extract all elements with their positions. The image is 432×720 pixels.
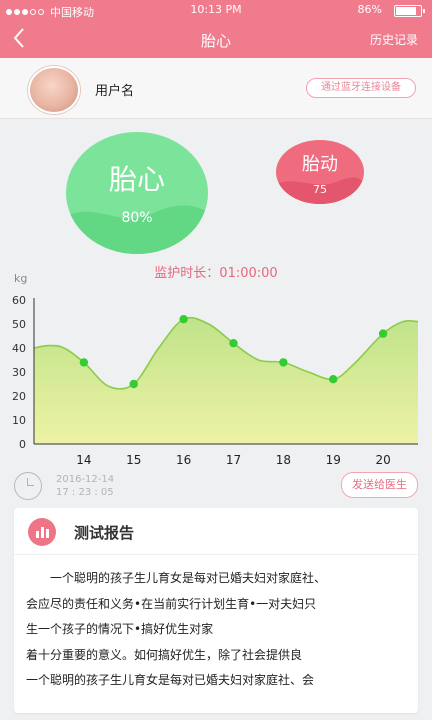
fetal-heart-indicator: 胎心 80% — [66, 132, 208, 254]
nav-bar: 胎心 历史记录 — [0, 20, 432, 58]
data-point — [229, 339, 238, 348]
user-row: 用户名 通过蓝牙连接设备 — [0, 58, 432, 119]
x-tick-label: 15 — [126, 453, 141, 467]
avatar[interactable] — [28, 66, 80, 114]
clock-icon — [14, 472, 42, 500]
record-time: 17 : 23 : 05 — [56, 487, 114, 498]
send-to-doctor-button[interactable]: 发送给医生 — [341, 472, 418, 498]
y-tick-label: 50 — [12, 318, 26, 331]
chart-report-icon — [28, 518, 56, 546]
battery-icon — [394, 5, 425, 17]
test-report-card: 测试报告 一个聪明的孩子生儿育女是每对已婚夫妇对家庭社、 会应尽的责任和义务•在… — [14, 508, 418, 713]
x-tick-label: 17 — [226, 453, 241, 467]
x-tick-label: 16 — [176, 453, 191, 467]
x-tick-label: 19 — [326, 453, 341, 467]
record-date: 2016-12-14 — [56, 474, 115, 485]
weight-chart: kg 0 10 20 30 40 50 60 14 15 16 17 18 19 20 — [12, 272, 419, 467]
battery-percent: 86% — [357, 3, 382, 16]
history-button[interactable]: 历史记录 — [370, 31, 418, 48]
x-tick-label: 18 — [276, 453, 291, 467]
report-header: 测试报告 — [14, 508, 418, 555]
bluetooth-connect-button[interactable]: 通过蓝牙连接设备 — [306, 78, 416, 98]
report-line: 着十分重要的意义。如何搞好优生，除了社会提供良 — [26, 647, 303, 662]
y-axis-unit: kg — [14, 272, 27, 285]
fetal-movement-label: 胎动 — [302, 154, 338, 175]
data-point — [79, 358, 89, 367]
data-point — [279, 358, 288, 367]
x-tick-label: 14 — [76, 453, 91, 467]
report-line: 生一个孩子的情况下•搞好优生对家 — [26, 622, 214, 636]
fetal-heart-label: 胎心 — [108, 163, 165, 196]
y-tick-label: 30 — [12, 366, 26, 379]
report-line: 会应尽的责任和义务•在当前实行计划生育•一对夫妇只 — [26, 596, 317, 611]
y-tick-label: 10 — [12, 414, 26, 427]
fetal-movement-indicator: 胎动 75 — [276, 140, 364, 204]
page-title: 胎心 — [200, 32, 231, 50]
y-tick-label: 20 — [12, 390, 26, 403]
y-tick-label: 40 — [12, 342, 26, 355]
data-point — [329, 375, 338, 384]
fetal-movement-value: 75 — [313, 183, 327, 196]
record-datetime: 2016-12-14 17 : 23 : 05 — [56, 473, 114, 499]
report-line: 一个聪明的孩子生儿育女是每对已婚夫妇对家庭社、 — [50, 571, 327, 585]
data-point — [378, 329, 388, 338]
y-tick-label: 60 — [12, 294, 26, 307]
fetal-heart-value: 80% — [121, 210, 153, 226]
report-body: 一个聪明的孩子生儿育女是每对已婚夫妇对家庭社、 会应尽的责任和义务•在当前实行计… — [26, 566, 410, 694]
report-title: 测试报告 — [74, 524, 135, 542]
username: 用户名 — [95, 84, 135, 99]
status-bar: 中国移动 10:13 PM 86% — [0, 0, 432, 20]
data-point — [179, 315, 188, 324]
data-point — [129, 379, 138, 389]
report-line: 一个聪明的孩子生儿育女是每对已婚夫妇对家庭社、会 — [26, 673, 315, 687]
x-tick-label: 20 — [375, 453, 390, 467]
y-tick-label: 0 — [19, 438, 26, 451]
